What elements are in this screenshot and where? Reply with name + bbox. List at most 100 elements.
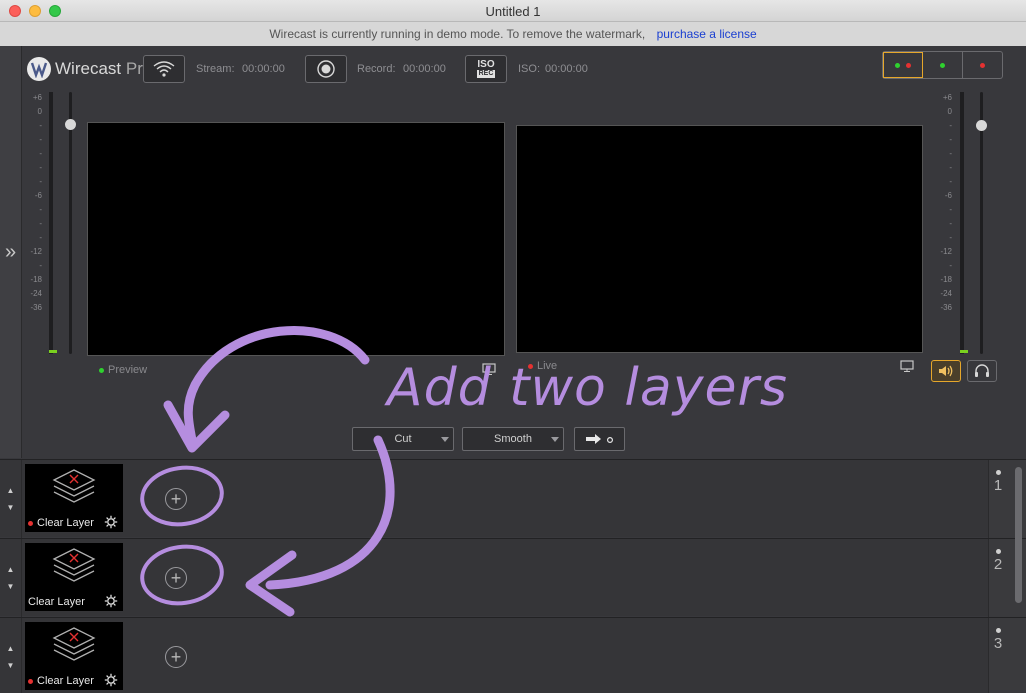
- meter-scale-tick: -: [39, 233, 42, 242]
- stream-label: Stream:: [196, 63, 235, 75]
- layer-shot-thumbnail[interactable]: Clear Layer: [25, 543, 123, 611]
- record-label: Record:: [357, 63, 396, 75]
- layer-shot-title: Clear Layer: [28, 596, 85, 608]
- window-title: Untitled 1: [485, 4, 541, 19]
- clear-layer-icon: [52, 469, 96, 503]
- add-shot-button[interactable]: +: [165, 567, 187, 589]
- plus-icon: +: [170, 489, 182, 509]
- meter-scale-tick: -12: [30, 247, 42, 256]
- move-layer-down-icon[interactable]: ▼: [7, 582, 15, 591]
- layer-shot-thumbnail[interactable]: Clear Layer: [25, 622, 123, 690]
- live-dot-icon: [28, 520, 33, 526]
- sidebar-toggle[interactable]: »: [0, 46, 22, 458]
- layers-scrollbar[interactable]: [1015, 467, 1022, 603]
- iso-label: ISO:: [518, 63, 541, 75]
- record-time: 00:00:00: [403, 63, 446, 75]
- layer-number-text: 2: [993, 556, 1003, 573]
- meter-scale-tick: -: [39, 205, 42, 214]
- title-bar: Untitled 1: [0, 0, 1026, 22]
- transition-smooth-label: Smooth: [494, 433, 532, 445]
- meter-scale-tick: -6: [34, 191, 42, 200]
- meter-scale-tick: 0: [947, 107, 952, 116]
- gear-icon[interactable]: [104, 594, 118, 608]
- demo-banner-text: Wirecast is currently running in demo mo…: [269, 27, 646, 41]
- clear-layer-icon: [52, 548, 96, 582]
- meter-scale-tick: -: [949, 135, 952, 144]
- right-fader-knob[interactable]: [976, 120, 987, 131]
- layer-reorder-arrows: ▲ ▼: [0, 460, 22, 538]
- add-shot-button[interactable]: +: [165, 488, 187, 510]
- demo-banner: Wirecast is currently running in demo mo…: [0, 22, 1026, 46]
- gear-icon[interactable]: [104, 673, 118, 687]
- layer-visible-dot-icon[interactable]: [995, 628, 1001, 633]
- layer-reorder-arrows: ▲ ▼: [0, 539, 22, 617]
- meter-scale-tick: -: [949, 163, 952, 172]
- meter-scale-tick: -: [39, 261, 42, 270]
- meter-scale-tick: -: [39, 219, 42, 228]
- move-layer-up-icon[interactable]: ▲: [7, 486, 15, 495]
- record-button[interactable]: [305, 55, 347, 83]
- preview-monitor[interactable]: [87, 122, 505, 356]
- live-dot-icon: [28, 678, 33, 684]
- stream-wifi-icon: [153, 61, 175, 77]
- layer-visible-dot-icon[interactable]: [995, 549, 1001, 554]
- purchase-license-link[interactable]: purchase a license: [657, 27, 757, 41]
- move-layer-down-icon[interactable]: ▼: [7, 503, 15, 512]
- layout-live-only-button[interactable]: [963, 52, 1002, 78]
- headphones-button[interactable]: [967, 360, 997, 382]
- transition-cut-label: Cut: [394, 433, 412, 445]
- transition-smooth-select[interactable]: Smooth: [462, 427, 564, 451]
- iso-record-button[interactable]: ISO REC: [465, 55, 507, 83]
- meter-scale-tick: -18: [940, 275, 952, 284]
- move-layer-up-icon[interactable]: ▲: [7, 565, 15, 574]
- right-level-meter: [960, 92, 964, 354]
- meter-scale-tick: -24: [940, 289, 952, 298]
- meter-scale-tick: -36: [30, 303, 42, 312]
- layout-preview-live-button[interactable]: [883, 52, 923, 78]
- preview-dot-icon: [99, 367, 104, 373]
- layer-row: ▲ ▼ Clear Layer + 1: [0, 459, 1026, 538]
- left-volume-fader[interactable]: [69, 92, 72, 354]
- go-button[interactable]: [574, 427, 625, 451]
- meter-scale-tick: -: [39, 177, 42, 186]
- layer-number: 1: [988, 470, 1008, 494]
- layout-preview-only-button[interactable]: [923, 52, 963, 78]
- clear-layer-icon: [52, 627, 96, 661]
- chevron-down-icon: [551, 437, 559, 442]
- layer-visible-dot-icon[interactable]: [995, 470, 1001, 475]
- transition-cut-select[interactable]: Cut: [352, 427, 454, 451]
- right-volume-fader[interactable]: [980, 92, 983, 354]
- main-toolbar: Wirecast Pro Stream: 00:00:00 Record: 00…: [22, 46, 1026, 92]
- layer-row: ▲ ▼ Clear Layer + 2: [0, 538, 1026, 617]
- preview-dot-icon: [940, 62, 945, 68]
- layer-shot-title: Clear Layer: [37, 675, 94, 687]
- move-layer-up-icon[interactable]: ▲: [7, 644, 15, 653]
- layer-row: ▲ ▼ Clear Layer + 3: [0, 617, 1026, 693]
- left-level-meter: [49, 92, 53, 354]
- speaker-button[interactable]: [931, 360, 961, 382]
- wirecast-window: Untitled 1 Wirecast is currently running…: [0, 0, 1026, 693]
- meter-scale-tick: -: [949, 205, 952, 214]
- layer-shot-thumbnail[interactable]: Clear Layer: [25, 464, 123, 532]
- gear-icon[interactable]: [104, 515, 118, 529]
- left-fader-knob[interactable]: [65, 119, 76, 130]
- move-layer-down-icon[interactable]: ▼: [7, 661, 15, 670]
- add-shot-button[interactable]: +: [165, 646, 187, 668]
- meter-scale-tick: -24: [30, 289, 42, 298]
- live-display-icon[interactable]: [900, 360, 914, 372]
- live-monitor[interactable]: [516, 125, 923, 353]
- preview-dot-icon: [894, 62, 900, 68]
- layer-number: 3: [988, 628, 1008, 652]
- meter-scale-tick: -: [39, 149, 42, 158]
- wirecast-logo: Wirecast Pro: [27, 56, 152, 82]
- meter-scale-tick: +6: [942, 93, 952, 102]
- annotation-arrowhead-1: [163, 400, 230, 453]
- stream-button[interactable]: [143, 55, 185, 83]
- layer-number-text: 1: [993, 477, 1003, 494]
- headphones-icon: [975, 364, 989, 377]
- meter-scale-tick: -: [39, 135, 42, 144]
- iso-time: 00:00:00: [545, 63, 588, 75]
- plus-icon: +: [170, 647, 182, 667]
- iso-icon-top: ISO: [477, 59, 495, 70]
- speaker-icon: [939, 365, 953, 377]
